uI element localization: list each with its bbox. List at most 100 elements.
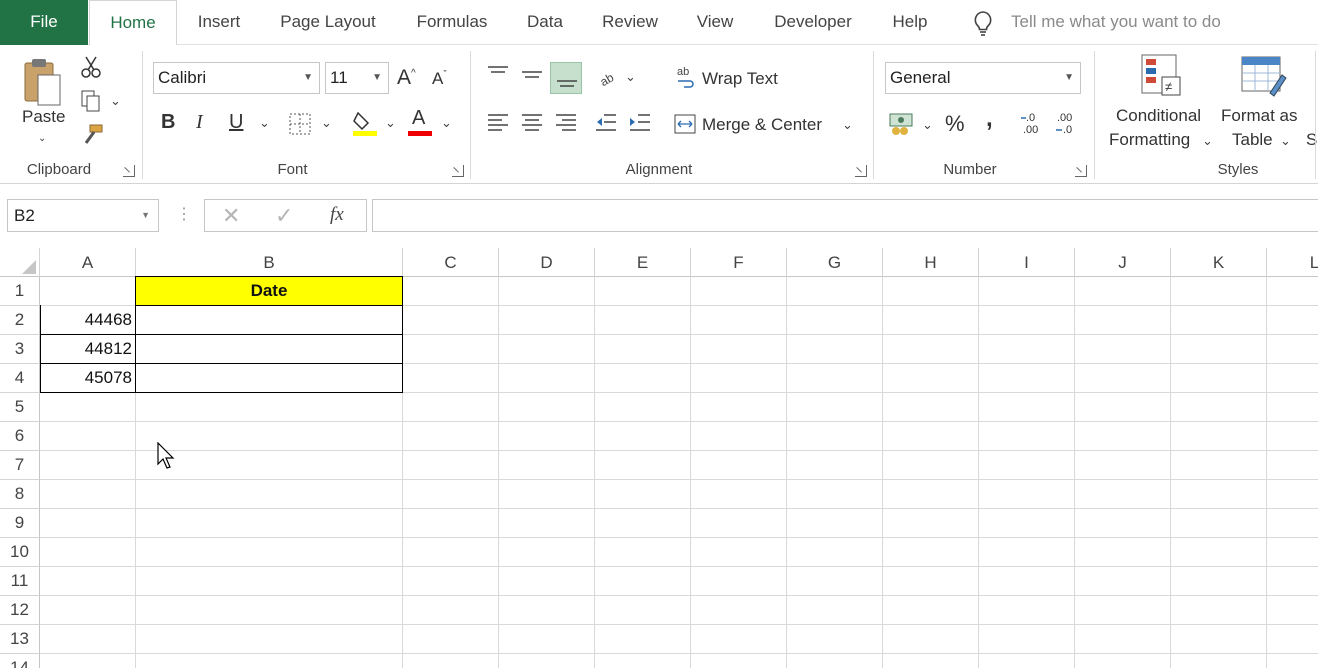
row-header[interactable]: 9 [0, 509, 40, 538]
column-header[interactable]: F [691, 248, 787, 277]
conditional-formatting-button[interactable]: ≠ Conditional Formatting ⌄ [1104, 51, 1216, 155]
clipboard-launcher-icon[interactable] [123, 165, 135, 177]
formula-bar-grip-icon[interactable]: ⋮ [176, 204, 192, 224]
tab-developer[interactable]: Developer [760, 0, 866, 45]
fill-color-dropdown-icon[interactable]: ⌄ [385, 115, 396, 131]
tab-insert[interactable]: Insert [182, 0, 256, 45]
percent-style-button[interactable]: % [945, 111, 965, 137]
align-center-icon[interactable] [520, 113, 544, 135]
row-header[interactable]: 7 [0, 451, 40, 480]
row-header[interactable]: 8 [0, 480, 40, 509]
decrease-font-size-icon[interactable]: Aˇ [432, 69, 447, 89]
font-color-icon[interactable]: A [408, 107, 434, 137]
format-as-table-button[interactable]: Format as Table ⌄ [1218, 51, 1308, 155]
column-header[interactable]: E [595, 248, 691, 277]
alignment-launcher-icon[interactable] [855, 165, 867, 177]
bold-button[interactable]: B [161, 111, 175, 134]
row-header[interactable]: 14 [0, 654, 40, 668]
row-header[interactable]: 11 [0, 567, 40, 596]
middle-align-icon[interactable] [520, 65, 544, 83]
column-header[interactable]: K [1171, 248, 1267, 277]
increase-font-size-icon[interactable]: A^ [397, 66, 416, 90]
column-header[interactable]: H [883, 248, 979, 277]
cell-b1[interactable]: Date [135, 276, 403, 306]
merge-center-dropdown-icon[interactable]: ⌄ [842, 117, 853, 133]
row-header[interactable]: 1 [0, 277, 40, 306]
copy-icon[interactable] [80, 89, 102, 113]
paste-label: Paste [22, 107, 66, 126]
underline-button[interactable]: U [229, 111, 243, 134]
select-all-corner[interactable] [0, 248, 40, 277]
underline-dropdown-icon[interactable]: ⌄ [259, 115, 270, 131]
row-header[interactable]: 2 [0, 306, 40, 335]
align-right-icon[interactable] [554, 113, 578, 135]
paste-button[interactable]: Paste ⌄ [14, 53, 72, 153]
row-header[interactable]: 13 [0, 625, 40, 654]
font-color-dropdown-icon[interactable]: ⌄ [441, 115, 452, 131]
column-header[interactable]: C [403, 248, 499, 277]
increase-indent-icon[interactable] [628, 113, 652, 135]
row-header[interactable]: 3 [0, 335, 40, 364]
bottom-align-button[interactable] [550, 62, 582, 94]
tab-home[interactable]: Home [89, 0, 177, 46]
name-box[interactable]: B2 ▼ [7, 199, 159, 232]
tab-file[interactable]: File [0, 0, 88, 45]
row-header[interactable]: 5 [0, 393, 40, 422]
column-header[interactable]: D [499, 248, 595, 277]
column-header[interactable]: B [136, 248, 403, 277]
chevron-down-icon: ⌄ [1280, 133, 1291, 148]
italic-button[interactable]: I [196, 111, 203, 134]
decrease-decimal-icon[interactable]: .00.0 [1054, 111, 1080, 137]
row-header[interactable]: 6 [0, 422, 40, 451]
align-left-icon[interactable] [486, 113, 510, 135]
tab-review[interactable]: Review [590, 0, 670, 45]
tab-help[interactable]: Help [880, 0, 940, 45]
number-format-dropdown[interactable]: General ▼ [885, 62, 1081, 94]
cell-b4[interactable] [136, 364, 402, 392]
cell-b2[interactable] [136, 306, 402, 334]
column-header[interactable]: G [787, 248, 883, 277]
tab-view[interactable]: View [685, 0, 745, 45]
cell-b3[interactable] [136, 335, 402, 363]
top-align-icon[interactable] [486, 65, 510, 83]
wrap-text-button[interactable]: Wrap Text [702, 69, 778, 89]
accounting-format-icon[interactable] [888, 111, 916, 137]
copy-dropdown-icon[interactable]: ⌄ [110, 93, 121, 109]
row-header[interactable]: 12 [0, 596, 40, 625]
column-header[interactable]: A [40, 248, 136, 277]
orientation-dropdown-icon[interactable]: ⌄ [625, 69, 636, 85]
orientation-icon[interactable]: ab [598, 67, 620, 89]
column-header[interactable]: I [979, 248, 1075, 277]
font-launcher-icon[interactable] [452, 165, 464, 177]
column-header[interactable]: J [1075, 248, 1171, 277]
merge-center-button[interactable]: Merge & Center [702, 115, 822, 135]
font-size-dropdown[interactable]: 11 ▼ [325, 62, 389, 94]
tab-formulas[interactable]: Formulas [402, 0, 502, 45]
cell-a4[interactable]: 45078 [40, 364, 132, 392]
borders-dropdown-icon[interactable]: ⌄ [321, 115, 332, 131]
cancel-entry-icon[interactable]: ✕ [222, 203, 240, 229]
borders-icon[interactable] [289, 113, 311, 135]
confirm-entry-icon[interactable]: ✓ [275, 203, 293, 229]
tab-data[interactable]: Data [515, 0, 575, 45]
comma-style-button[interactable]: , [986, 105, 993, 133]
font-name-dropdown[interactable]: Calibri ▼ [153, 62, 320, 94]
cell-a2[interactable]: 44468 [40, 306, 132, 334]
chevron-down-icon: ▼ [1064, 72, 1074, 83]
increase-decimal-icon[interactable]: .0.00 [1020, 111, 1046, 137]
column-header[interactable]: L [1267, 248, 1318, 277]
accounting-dropdown-icon[interactable]: ⌄ [922, 117, 933, 133]
insert-function-icon[interactable]: fx [330, 204, 344, 226]
row-header[interactable]: 10 [0, 538, 40, 567]
gridline [786, 277, 787, 668]
decrease-indent-icon[interactable] [594, 113, 618, 135]
formula-input[interactable] [372, 199, 1318, 232]
number-launcher-icon[interactable] [1075, 165, 1087, 177]
cut-icon[interactable] [80, 55, 102, 79]
row-header[interactable]: 4 [0, 364, 40, 393]
format-painter-icon[interactable] [80, 123, 104, 147]
fill-color-icon[interactable] [352, 109, 378, 137]
cell-a3[interactable]: 44812 [40, 335, 132, 363]
tab-page-layout[interactable]: Page Layout [268, 0, 388, 45]
worksheet-grid[interactable]: A B C D E F G H I J K L 1 2 3 4 5 6 7 8 … [0, 248, 1318, 668]
